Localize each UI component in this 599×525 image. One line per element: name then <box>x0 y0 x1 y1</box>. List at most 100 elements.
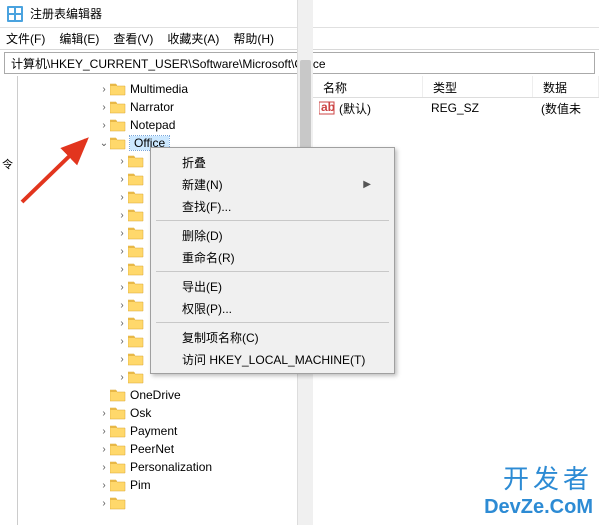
chevron-right-icon[interactable]: › <box>116 264 128 275</box>
menu-item[interactable]: 查找(F)... <box>154 195 391 217</box>
menu-item[interactable]: 新建(N)▶ <box>154 173 391 195</box>
tree-item[interactable]: › Osk <box>18 404 312 422</box>
menu-item-label: 权限(P)... <box>182 300 232 317</box>
menu-edit[interactable]: 编辑(E) <box>59 30 99 47</box>
regedit-icon <box>6 5 24 23</box>
folder-icon <box>128 208 144 222</box>
menu-item-label: 复制项名称(C) <box>182 329 259 346</box>
chevron-right-icon[interactable]: › <box>116 228 128 239</box>
chevron-right-icon[interactable]: › <box>116 300 128 311</box>
address-text: 计算机\HKEY_CURRENT_USER\Software\Microsoft… <box>11 55 326 72</box>
tree-item-label: PeerNet <box>130 442 174 456</box>
chevron-right-icon[interactable]: › <box>98 120 110 131</box>
watermark-line1: 开发者 <box>484 459 593 496</box>
menu-item[interactable]: 权限(P)... <box>154 297 391 319</box>
menu-separator <box>156 271 389 272</box>
chevron-right-icon[interactable]: › <box>98 84 110 95</box>
menu-separator <box>156 220 389 221</box>
menu-item-label: 查找(F)... <box>182 198 231 215</box>
col-type[interactable]: 类型 <box>423 76 533 97</box>
folder-icon <box>110 100 126 114</box>
folder-icon <box>128 352 144 366</box>
menu-item[interactable]: 删除(D) <box>154 224 391 246</box>
menu-item-label: 新建(N) <box>182 176 223 193</box>
menu-item[interactable]: 折叠 <box>154 151 391 173</box>
list-item[interactable]: ab (默认) REG_SZ (数值未 <box>313 98 599 118</box>
chevron-right-icon[interactable]: › <box>98 498 110 509</box>
tree-item-label: Payment <box>130 424 177 438</box>
menu-item-label: 删除(D) <box>182 227 223 244</box>
menu-item-label: 导出(E) <box>182 278 222 295</box>
tree-item[interactable]: › <box>18 494 312 512</box>
folder-icon <box>110 424 126 438</box>
chevron-right-icon[interactable]: › <box>116 246 128 257</box>
chevron-right-icon[interactable]: › <box>116 210 128 221</box>
menu-view[interactable]: 查看(V) <box>113 30 153 47</box>
tree-item[interactable]: OneDrive <box>18 386 312 404</box>
chevron-right-icon[interactable]: › <box>116 354 128 365</box>
tree-item-label: Personalization <box>130 460 212 474</box>
menu-item[interactable]: 重命名(R) <box>154 246 391 268</box>
list-header: 名称 类型 数据 <box>313 76 599 98</box>
folder-icon <box>128 190 144 204</box>
chevron-down-icon[interactable]: ⌄ <box>98 138 110 149</box>
chevron-right-icon[interactable]: › <box>98 444 110 455</box>
menu-item-label: 折叠 <box>182 154 206 171</box>
chevron-right-icon[interactable]: › <box>116 318 128 329</box>
chevron-right-icon[interactable]: › <box>116 336 128 347</box>
value-type: REG_SZ <box>431 101 541 115</box>
menu-item[interactable]: 导出(E) <box>154 275 391 297</box>
chevron-right-icon[interactable]: › <box>116 282 128 293</box>
folder-icon <box>110 442 126 456</box>
tree-item-label: Osk <box>130 406 151 420</box>
watermark-line2: DevZe.CoM <box>484 496 593 519</box>
chevron-right-icon[interactable]: › <box>116 174 128 185</box>
menu-item[interactable]: 访问 HKEY_LOCAL_MACHINE(T) <box>154 348 391 370</box>
left-gutter: 令 <box>0 76 18 525</box>
folder-icon <box>128 226 144 240</box>
string-value-icon: ab <box>319 101 335 115</box>
tree-item[interactable]: › Narrator <box>18 98 312 116</box>
window-title: 注册表编辑器 <box>30 5 102 22</box>
chevron-right-icon[interactable]: › <box>116 372 128 383</box>
value-name: (默认) <box>339 100 431 117</box>
menu-file[interactable]: 文件(F) <box>6 30 45 47</box>
context-menu: 折叠新建(N)▶ 查找(F)... 删除(D) 重命名(R) 导出(E) 权限(P)...… <box>150 147 395 374</box>
menu-favorites[interactable]: 收藏夹(A) <box>167 30 219 47</box>
folder-icon <box>128 262 144 276</box>
tree-item[interactable]: › Personalization <box>18 458 312 476</box>
folder-icon <box>110 388 126 402</box>
chevron-right-icon[interactable]: › <box>98 462 110 473</box>
tree-item-label: OneDrive <box>130 388 181 402</box>
chevron-right-icon[interactable]: › <box>98 480 110 491</box>
chevron-right-icon[interactable]: › <box>98 408 110 419</box>
menu-item-label: 访问 HKEY_LOCAL_MACHINE(T) <box>182 351 365 368</box>
tree-item[interactable]: › PeerNet <box>18 440 312 458</box>
folder-icon <box>128 334 144 348</box>
chevron-right-icon[interactable]: › <box>116 156 128 167</box>
svg-text:ab: ab <box>321 101 335 114</box>
folder-icon <box>110 478 126 492</box>
chevron-right-icon[interactable]: › <box>98 102 110 113</box>
menu-item[interactable]: 复制项名称(C) <box>154 326 391 348</box>
folder-icon <box>128 316 144 330</box>
chevron-right-icon[interactable]: › <box>116 192 128 203</box>
menu-help[interactable]: 帮助(H) <box>233 30 274 47</box>
tree-item-label: Narrator <box>130 100 174 114</box>
tree-item[interactable]: › Payment <box>18 422 312 440</box>
tree-item[interactable]: › Pim <box>18 476 312 494</box>
watermark: 开发者 DevZe.CoM <box>484 459 593 519</box>
tree-item-label: Notepad <box>130 118 175 132</box>
menu-item-label: 重命名(R) <box>182 249 235 266</box>
value-data: (数值未 <box>541 100 581 117</box>
folder-icon <box>110 82 126 96</box>
col-name[interactable]: 名称 <box>313 76 423 97</box>
chevron-right-icon[interactable]: › <box>98 426 110 437</box>
tree-item-label: Multimedia <box>130 82 188 96</box>
col-data[interactable]: 数据 <box>533 76 599 97</box>
folder-icon <box>128 280 144 294</box>
tree-item[interactable]: › Multimedia <box>18 80 312 98</box>
folder-icon <box>110 118 126 132</box>
tree-item[interactable]: › Notepad <box>18 116 312 134</box>
tree-item-label: Pim <box>130 478 151 492</box>
